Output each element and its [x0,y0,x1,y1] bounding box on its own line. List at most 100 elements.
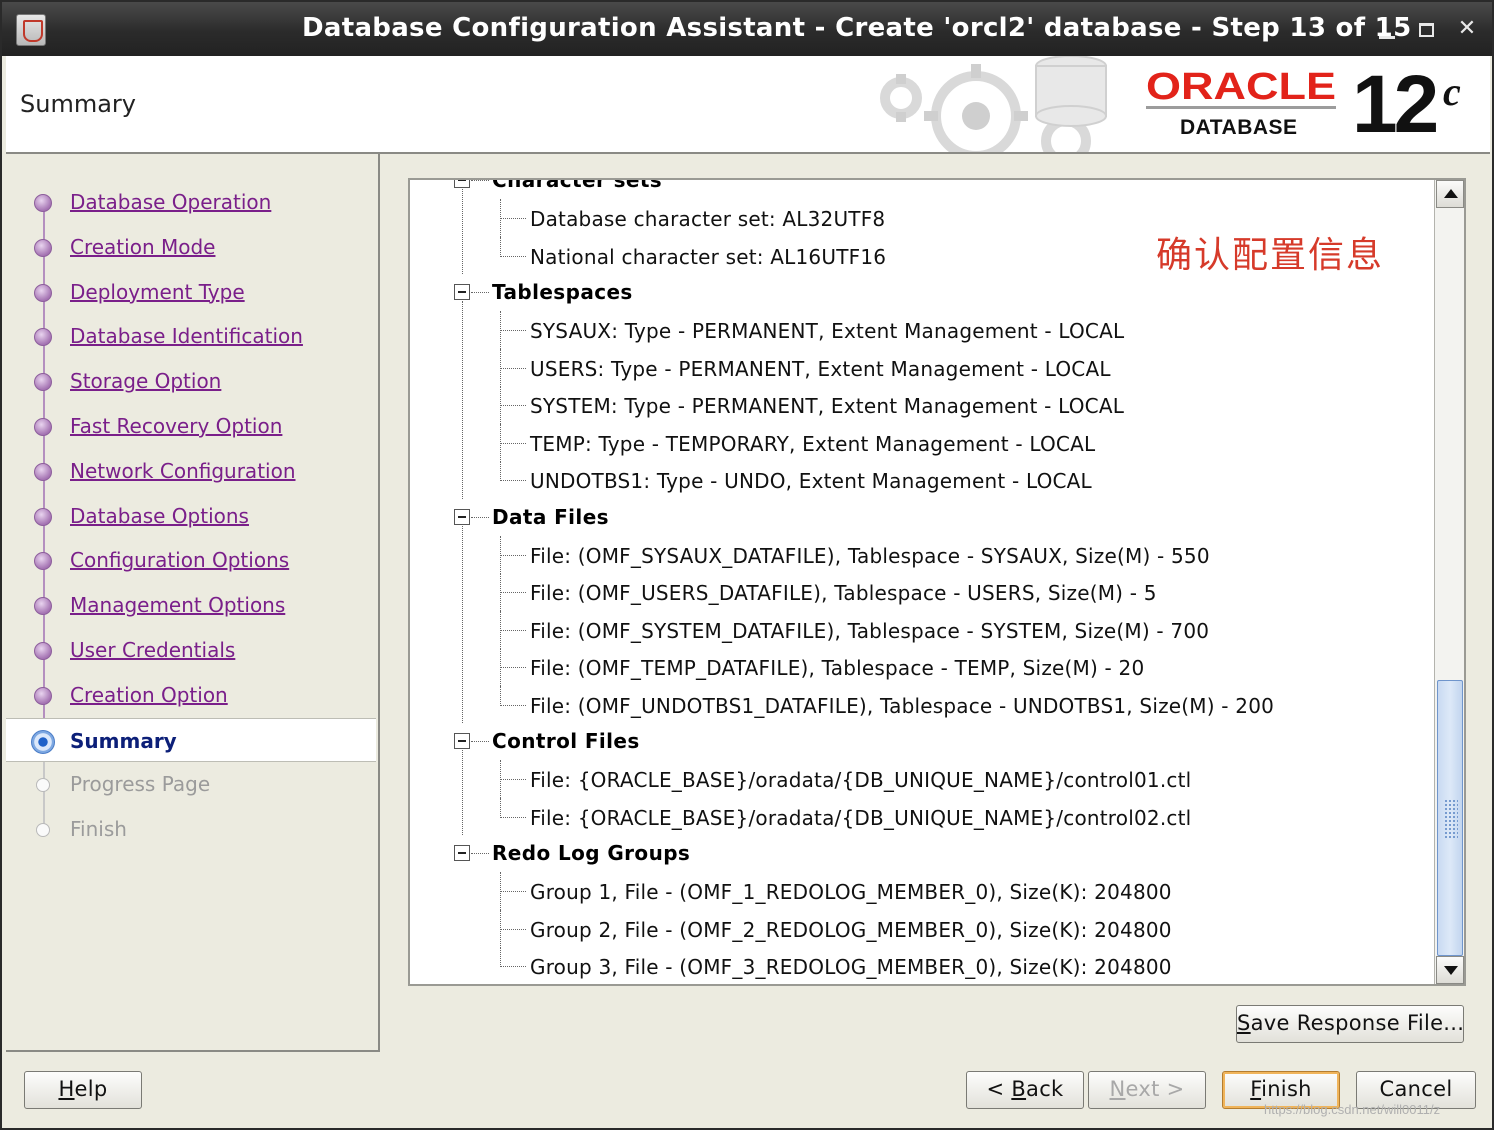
step-status-icon [34,552,52,571]
vertical-scrollbar[interactable] [1434,180,1464,984]
nav-item-label[interactable]: Database Options [70,504,249,528]
tree-leaf[interactable]: Group 3, File - (OMF_3_REDOLOG_MEMBER_0)… [410,947,1436,984]
tree-connector [500,667,526,668]
nav-item-database-identification[interactable]: Database Identification [6,314,376,358]
tree-leaf-text: National character set: AL16UTF16 [530,244,887,269]
tree-section-title: Redo Log Groups [492,841,691,865]
collapse-icon[interactable] [454,508,470,525]
scroll-down-button[interactable] [1436,956,1464,984]
title-bar[interactable]: Database Configuration Assistant - Creat… [2,2,1492,56]
maximize-icon[interactable] [1414,16,1440,42]
nav-item-label[interactable]: Database Identification [70,324,303,348]
svg-text:ORACLE: ORACLE [1146,68,1336,104]
nav-item-label[interactable]: Network Configuration [70,459,296,483]
tree-connector [471,180,489,181]
tree-leaf[interactable]: USERS: Type - PERMANENT, Extent Manageme… [410,348,1436,387]
close-icon[interactable]: ✕ [1454,16,1480,42]
tree-connector [500,797,501,818]
tree-section: Control Files File: {ORACLE_BASE}/oradata… [410,723,1436,835]
nav-item-label[interactable]: Storage Option [70,369,221,393]
help-button[interactable]: Help [24,1071,142,1109]
tree-section-header[interactable]: Tablespaces [410,274,1436,311]
nav-item-database-options[interactable]: Database Options [6,494,376,538]
tree-leaf[interactable]: Group 1, File - (OMF_1_REDOLOG_MEMBER_0)… [410,872,1436,910]
tree-leaf[interactable]: File: {ORACLE_BASE}/oradata/{DB_UNIQUE_N… [410,760,1436,798]
nav-item-label[interactable]: User Credentials [70,638,235,662]
tree-connector [471,516,489,518]
tree-leaf[interactable]: SYSTEM: Type - PERMANENT, Extent Managem… [410,386,1436,424]
tree-connector [500,330,526,331]
save-response-file-button[interactable]: Save Response File... [1236,1005,1464,1043]
step-status-icon [34,507,52,526]
nav-item-label[interactable]: Deployment Type [70,280,245,304]
tree-leaf[interactable]: File: (OMF_SYSAUX_DATAFILE), Tablespace … [410,535,1436,574]
tree-leaf[interactable]: Group 2, File - (OMF_2_REDOLOG_MEMBER_0)… [410,909,1436,948]
nav-item-label[interactable]: Creation Option [70,683,228,707]
nav-item-label: Finish [70,817,127,842]
collapse-icon[interactable] [454,180,470,188]
tree-connector [500,442,526,444]
step-status-icon [34,462,52,481]
arrow-down-icon [1444,966,1458,975]
java-app-icon[interactable] [16,14,46,46]
scroll-up-button[interactable] [1436,180,1464,208]
tree-leaf[interactable]: TEMP: Type - TEMPORARY, Extent Managemen… [410,423,1436,462]
tree-connector [500,367,526,369]
step-status-icon [34,597,52,616]
nav-item-creation-mode[interactable]: Creation Mode [6,225,376,269]
nav-item-label[interactable]: Database Operation [70,190,271,214]
tree-connector [500,966,526,967]
tree-connector [500,629,526,631]
dbca-window: Database Configuration Assistant - Creat… [0,0,1494,1130]
tree-connector [500,554,526,556]
tree-connector [471,741,489,742]
nav-item-label[interactable]: Fast Recovery Option [70,414,282,438]
nav-item-label[interactable]: Creation Mode [70,235,215,259]
nav-item-label[interactable]: Management Options [70,593,285,617]
tree-leaf-text: File: (OMF_SYSTEM_DATAFILE), Tablespace … [530,618,1210,643]
nav-item-label[interactable]: Configuration Options [70,548,289,572]
step-navigation: Database Operation Creation Mode Deploymen… [6,154,380,1052]
tree-leaf-text: SYSTEM: Type - PERMANENT, Extent Managem… [530,394,1125,418]
minimize-icon[interactable] [1374,16,1400,42]
tree-section-header[interactable]: Character sets [410,180,1436,199]
tree-section-header[interactable]: Redo Log Groups [410,835,1436,872]
tree-connector [500,255,526,257]
nav-item-configuration-options[interactable]: Configuration Options [6,538,376,582]
tree-leaf[interactable]: File: (OMF_USERS_DATAFILE), Tablespace -… [410,573,1436,611]
tree-leaf[interactable]: File: {ORACLE_BASE}/oradata/{DB_UNIQUE_N… [410,797,1436,836]
tree-leaf[interactable]: File: (OMF_TEMP_DATAFILE), Tablespace - … [410,648,1436,686]
nav-item-network-configuration[interactable]: Network Configuration [6,449,376,493]
nav-item-creation-option[interactable]: Creation Option [6,673,376,717]
step-status-icon [34,418,52,436]
tree-leaf[interactable]: UNDOTBS1: Type - UNDO, Extent Management… [410,461,1436,499]
tree-leaf-text: File: (OMF_USERS_DATAFILE), Tablespace -… [530,581,1157,605]
nav-item-deployment-type[interactable]: Deployment Type [6,270,376,314]
tree-leaf[interactable]: SYSAUX: Type - PERMANENT, Extent Managem… [410,311,1436,349]
step-status-icon [34,238,52,257]
nav-item-management-options[interactable]: Management Options [6,583,376,627]
gears-database-art-icon [880,56,1107,152]
nav-item-storage-option[interactable]: Storage Option [6,359,376,403]
back-button[interactable]: < Back [966,1071,1084,1109]
tree-section-title: Tablespaces [492,280,633,304]
collapse-icon[interactable] [454,733,470,749]
nav-item-fast-recovery-option[interactable]: Fast Recovery Option [6,404,376,448]
collapse-icon[interactable] [454,284,470,300]
tree-connector [471,292,489,293]
tree-section-header[interactable]: Data Files [410,499,1436,536]
tree-section-header[interactable]: Control Files [410,723,1436,760]
scroll-thumb[interactable] [1437,680,1463,956]
tree-connector [500,461,501,481]
tree-connector [500,218,526,219]
tree-leaf[interactable]: File: (OMF_UNDOTBS1_DATAFILE), Tablespac… [410,685,1436,724]
header-banner: Summary ORACLE DATABASE 12 c [6,56,1490,154]
tree-leaf[interactable]: File: (OMF_SYSTEM_DATAFILE), Tablespace … [410,610,1436,649]
tree-section: Redo Log Groups Group 1, File - (OMF_1_RE… [410,835,1436,984]
summary-tree[interactable]: Character sets Database character set: AL… [408,178,1466,986]
nav-item-database-operation[interactable]: Database Operation [6,180,376,224]
tree-section: Tablespaces SYSAUX: Type - PERMANENT, Ext… [410,274,1436,499]
nav-item-user-credentials[interactable]: User Credentials [6,628,376,672]
collapse-icon[interactable] [454,845,470,861]
next-button[interactable]: Next > [1088,1071,1206,1109]
